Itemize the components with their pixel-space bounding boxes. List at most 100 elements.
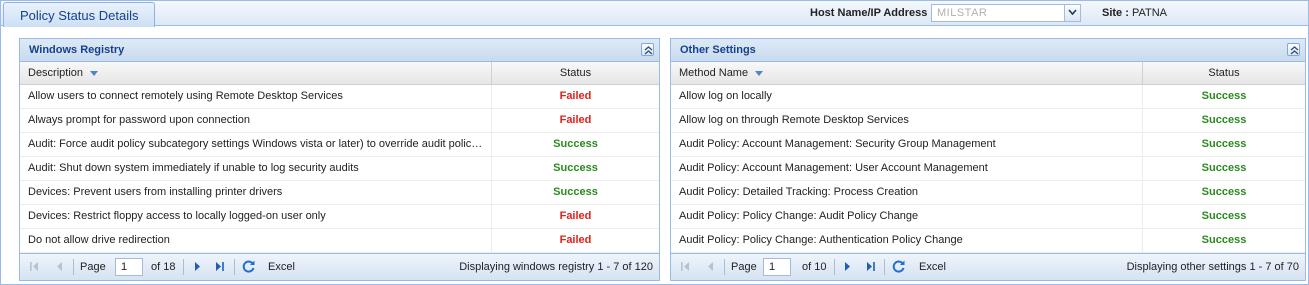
column-status[interactable]: Status [1143, 62, 1305, 84]
column-description-label: Description [28, 67, 84, 79]
host-select[interactable]: MILSTAR [931, 4, 1081, 22]
row-description: Do not allow drive redirection [20, 229, 492, 252]
table-row[interactable]: Audit: Shut down system immediately if u… [20, 157, 659, 181]
table-row[interactable]: Audit Policy: Policy Change: Authenticat… [671, 229, 1305, 253]
tab-policy-status-details[interactable]: Policy Status Details [3, 2, 155, 27]
settings-rows: Allow log on locally Success Allow log on … [671, 85, 1305, 253]
collapse-icon[interactable] [641, 43, 654, 56]
status-badge: Failed [559, 114, 592, 126]
column-description[interactable]: Description [20, 62, 492, 84]
row-description: Allow log on locally [671, 85, 1143, 108]
collapse-icon[interactable] [1287, 43, 1300, 56]
first-page-icon[interactable] [29, 261, 40, 272]
panel-header: Other Settings [671, 39, 1305, 62]
status-badge: Success [1201, 186, 1247, 198]
table-row[interactable]: Allow users to connect remotely using Re… [20, 85, 659, 109]
separator [73, 259, 74, 275]
table-row[interactable]: Allow log on through Remote Desktop Serv… [671, 109, 1305, 133]
row-description: Audit Policy: Account Management: User A… [671, 157, 1143, 180]
prev-page-icon[interactable] [705, 261, 716, 272]
status-badge: Failed [559, 210, 592, 222]
excel-button[interactable]: Excel [268, 261, 295, 273]
table-row[interactable]: Allow log on locally Success [671, 85, 1305, 109]
site-info: Site : PATNA [1102, 7, 1167, 19]
other-settings-panel: Other Settings Method Name Status Allow … [670, 38, 1306, 281]
table-row[interactable]: Do not allow drive redirection Failed [20, 229, 659, 253]
table-row[interactable]: Audit Policy: Account Management: Securi… [671, 133, 1305, 157]
status-badge: Success [1201, 234, 1247, 246]
site-label: Site : [1102, 7, 1129, 19]
display-info: Displaying other settings 1 - 7 of 70 [1126, 261, 1299, 273]
separator [183, 259, 184, 275]
status-badge: Success [553, 138, 598, 150]
separator [884, 259, 885, 275]
windows-registry-panel: Windows Registry Description Status Allo… [19, 38, 660, 281]
status-badge: Success [1201, 138, 1247, 150]
table-row[interactable]: Devices: Prevent users from installing p… [20, 181, 659, 205]
table-row[interactable]: Audit Policy: Policy Change: Audit Polic… [671, 205, 1305, 229]
site-value: PATNA [1131, 7, 1168, 19]
page-number-input[interactable]: 1 [115, 258, 143, 276]
panel-title: Other Settings [680, 44, 756, 56]
page-count: of 10 [802, 261, 827, 273]
next-page-icon[interactable] [842, 261, 853, 272]
column-method-label: Method Name [679, 67, 749, 79]
pagination-bar: Page 1 of 10 Excel Displaying other sett… [671, 253, 1305, 280]
prev-page-icon[interactable] [54, 261, 65, 272]
status-badge: Success [1201, 90, 1247, 102]
pagination-bar: Page 1 of 18 Excel Displaying windows re… [20, 253, 659, 280]
refresh-icon[interactable] [891, 259, 906, 274]
page-label: Page [731, 261, 757, 273]
status-badge: Failed [559, 234, 592, 246]
column-method-name[interactable]: Method Name [671, 62, 1143, 84]
status-badge: Success [553, 162, 598, 174]
row-description: Devices: Restrict floppy access to local… [20, 205, 492, 228]
column-header-row: Method Name Status [671, 62, 1305, 85]
top-bar: Policy Status Details Host Name/IP Addre… [1, 1, 1308, 27]
status-badge: Failed [559, 90, 592, 102]
last-page-icon[interactable] [865, 261, 876, 272]
row-description: Allow log on through Remote Desktop Serv… [671, 109, 1143, 132]
chevron-down-icon[interactable] [1064, 5, 1080, 21]
row-description: Always prompt for password upon connecti… [20, 109, 492, 132]
status-badge: Success [1201, 162, 1247, 174]
table-row[interactable]: Audit: Force audit policy subcategory se… [20, 133, 659, 157]
separator [724, 259, 725, 275]
policy-status-window: Policy Status Details Host Name/IP Addre… [0, 0, 1309, 285]
row-description: Audit Policy: Policy Change: Audit Polic… [671, 205, 1143, 228]
sort-desc-icon [90, 70, 99, 76]
panel-header: Windows Registry [20, 39, 659, 62]
first-page-icon[interactable] [680, 261, 691, 272]
column-header-row: Description Status [20, 62, 659, 85]
excel-button[interactable]: Excel [919, 261, 946, 273]
row-description: Audit Policy: Account Management: Securi… [671, 133, 1143, 156]
last-page-icon[interactable] [214, 261, 225, 272]
panel-title: Windows Registry [29, 44, 125, 56]
row-description: Allow users to connect remotely using Re… [20, 85, 492, 108]
table-row[interactable]: Audit Policy: Account Management: User A… [671, 157, 1305, 181]
table-row[interactable]: Devices: Restrict floppy access to local… [20, 205, 659, 229]
row-description: Audit: Force audit policy subcategory se… [20, 133, 492, 156]
table-row[interactable]: Always prompt for password upon connecti… [20, 109, 659, 133]
column-status[interactable]: Status [492, 62, 659, 84]
sort-desc-icon [755, 70, 764, 76]
row-description: Devices: Prevent users from installing p… [20, 181, 492, 204]
page-count: of 18 [151, 261, 176, 273]
status-badge: Success [1201, 114, 1247, 126]
status-badge: Success [553, 186, 598, 198]
table-row[interactable]: Audit Policy: Detailed Tracking: Process… [671, 181, 1305, 205]
registry-rows: Allow users to connect remotely using Re… [20, 85, 659, 253]
row-description: Audit: Shut down system immediately if u… [20, 157, 492, 180]
page-number-input[interactable]: 1 [763, 258, 791, 276]
separator [234, 259, 235, 275]
host-select-value: MILSTAR [937, 7, 988, 19]
refresh-icon[interactable] [241, 259, 256, 274]
next-page-icon[interactable] [192, 261, 203, 272]
host-label: Host Name/IP Address [810, 7, 928, 19]
separator [834, 259, 835, 275]
display-info: Displaying windows registry 1 - 7 of 120 [459, 261, 653, 273]
row-description: Audit Policy: Detailed Tracking: Process… [671, 181, 1143, 204]
page-label: Page [80, 261, 106, 273]
status-badge: Success [1201, 210, 1247, 222]
row-description: Audit Policy: Policy Change: Authenticat… [671, 229, 1143, 252]
